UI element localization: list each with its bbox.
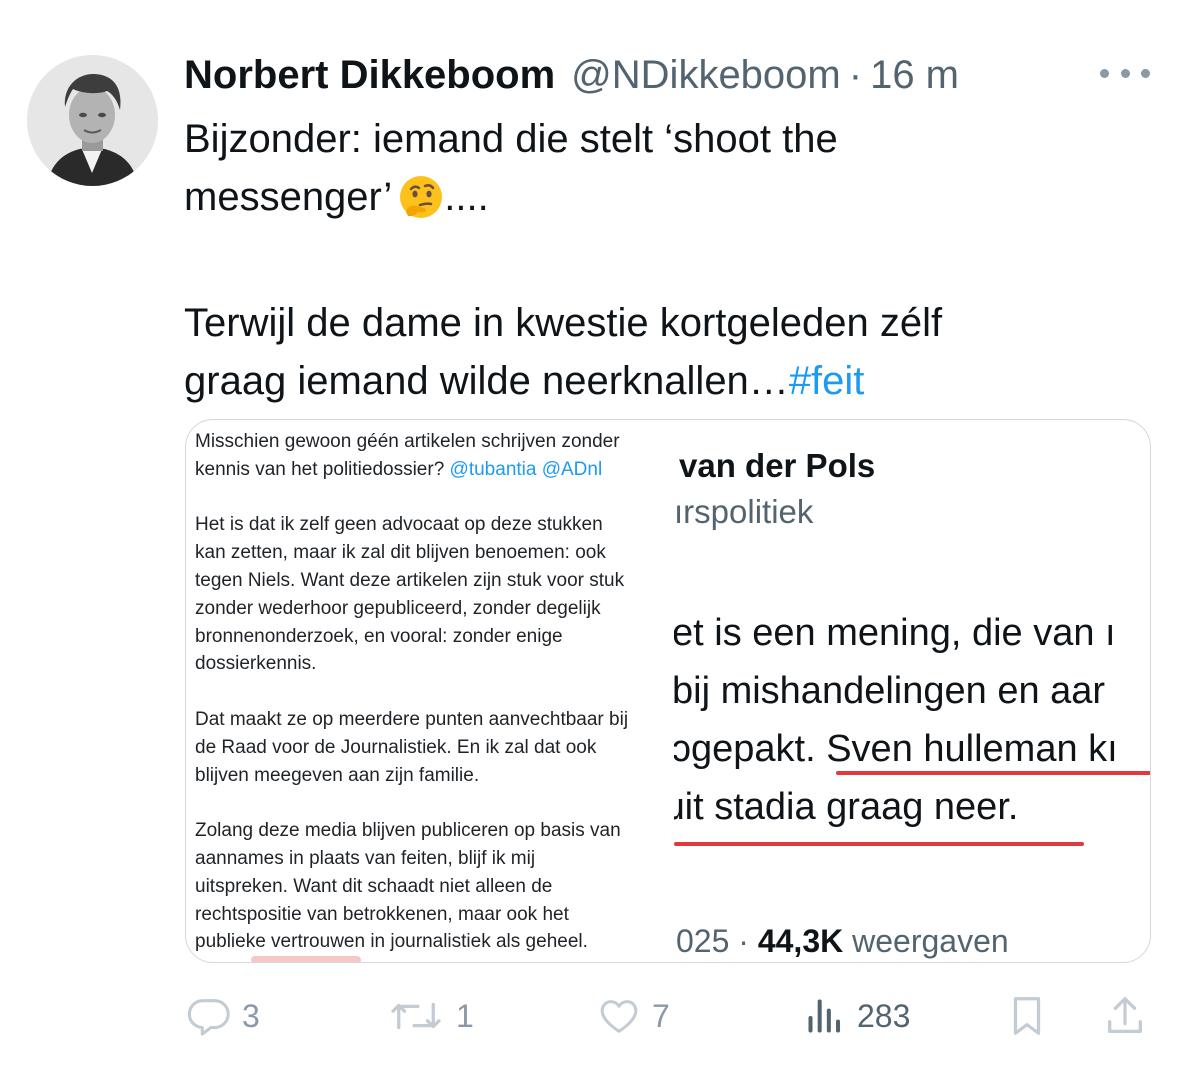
action-bar: 3 1 7 283 <box>186 990 1150 1042</box>
text-line: aannames in plaats van feiten, blijf ik … <box>195 847 536 869</box>
screenshot-paragraph: Dat maakt ze op meerdere punten aanvecht… <box>195 706 665 789</box>
quoted-stats: 025 · 44,3K weergaven <box>676 923 1009 960</box>
bookmark-icon <box>1013 997 1041 1035</box>
quoted-text-line: ɹit stadia graag neer. <box>674 786 1019 828</box>
retweet-button[interactable]: 1 <box>386 990 474 1042</box>
more-options-icon[interactable] <box>1100 62 1150 84</box>
tweet-header: Norbert Dikkeboom @NDikkeboom · 16 m <box>184 50 959 100</box>
text-line: publieke vertrouwen in journalistiek als… <box>195 931 588 953</box>
text-line: blijven meegeven aan zijn familie. <box>195 764 480 786</box>
screenshot-left-text: Misschien gewoon géén artikelen schrijve… <box>195 428 665 962</box>
reply-icon <box>187 999 230 1036</box>
quoted-text-line: bij mishandelingen en aar <box>674 670 1106 712</box>
share-icon <box>1108 997 1142 1033</box>
text-line: uitspreken. Want dit schaadt niet alleen… <box>195 875 553 897</box>
tweet-line-text: messenger’ <box>184 175 393 219</box>
text-line: Zolang deze media blijven publiceren op … <box>195 820 621 842</box>
red-underline <box>674 842 1084 846</box>
text-line: Het is dat ik zelf geen advocaat op deze… <box>195 514 603 536</box>
text-line: rechtspositie van betrokkenen, maar ook … <box>195 903 569 925</box>
tweet-line: Terwijl de dame in kwestie kortgeleden z… <box>184 301 943 345</box>
text-line: de Raad voor de Journalistiek. En ik zal… <box>195 736 597 758</box>
text-line: zonder wederhoor gepubliceerd, zonder de… <box>195 597 601 619</box>
screenshot-right-crop: van der Pols ırspolitiek et is een menin… <box>674 420 1150 962</box>
retweet-count: 1 <box>456 997 474 1034</box>
heart-icon <box>600 1000 638 1033</box>
like-button[interactable]: 7 <box>596 990 670 1042</box>
stats-views: 44,3K <box>757 923 844 959</box>
more-dot <box>1120 68 1130 78</box>
tweet-line-suffix: .... <box>444 175 489 219</box>
stats-prefix: 025 · <box>676 923 758 959</box>
red-underline <box>836 771 1150 775</box>
views-button[interactable]: 283 <box>803 990 910 1042</box>
avatar[interactable] <box>27 55 158 186</box>
quoted-text-line: et is een mening, die van ı <box>674 612 1116 654</box>
thinking-face-icon <box>398 174 444 236</box>
tweet-line: graag iemand wilde neerknallen…#feit <box>184 352 1124 410</box>
hashtag-link[interactable]: #feit <box>789 359 865 403</box>
like-count: 7 <box>652 997 670 1034</box>
author-handle[interactable]: @NDikkeboom <box>571 53 841 98</box>
tweet-timestamp[interactable]: 16 m <box>870 53 959 98</box>
views-count: 283 <box>857 997 911 1034</box>
text-line: dossierkennis. <box>195 653 317 675</box>
separator-dot: · <box>848 52 863 97</box>
cropped-underline <box>251 956 361 962</box>
author-name[interactable]: Norbert Dikkeboom <box>184 53 555 98</box>
tweet-line: messenger’ .... <box>184 168 1124 236</box>
text-line: tegen Niels. Want deze artikelen zijn st… <box>195 569 625 591</box>
quoted-text-line: ɔgepakt. Sven hulleman kı <box>674 728 1118 770</box>
text-line: kennis van het politiedossier? @tubantia… <box>195 456 665 484</box>
text-line: kan zetten, maar ik zal dit blijven beno… <box>195 542 606 564</box>
reply-count: 3 <box>242 997 260 1034</box>
tweet-text: Bijzonder: iemand die stelt ‘shoot the m… <box>184 110 1124 410</box>
screenshot-paragraph: Zolang deze media blijven publiceren op … <box>195 817 665 956</box>
screenshot-paragraph: Misschien gewoon géén artikelen schrijve… <box>195 428 665 484</box>
more-dot <box>1141 68 1150 78</box>
tweet-line-text: graag iemand wilde neerknallen… <box>184 359 789 403</box>
tweet-line: Bijzonder: iemand die stelt ‘shoot the <box>184 117 838 161</box>
retweet-icon <box>391 1002 441 1030</box>
quoted-author-name: van der Pols <box>679 447 876 484</box>
avatar-photo <box>27 55 158 186</box>
text-line-part: kennis van het politiedossier? <box>195 458 445 480</box>
text-line: Misschien gewoon géén artikelen schrijve… <box>195 431 620 452</box>
bookmark-button[interactable] <box>1004 990 1050 1042</box>
more-dot <box>1100 68 1109 78</box>
text-line: Dat maakt ze op meerdere punten aanvecht… <box>195 708 629 730</box>
reply-button[interactable]: 3 <box>186 990 260 1042</box>
views-bar-chart-icon <box>808 999 841 1033</box>
share-button[interactable] <box>1102 990 1148 1042</box>
screenshot-paragraph: Het is dat ik zelf geen advocaat op deze… <box>195 511 665 678</box>
quoted-author-handle: ırspolitiek <box>674 493 814 530</box>
stats-suffix: weergaven <box>843 923 1009 959</box>
attached-image[interactable]: Misschien gewoon géén artikelen schrijve… <box>185 419 1151 963</box>
text-line: bronnenonderzoek, en vooral: zonder enig… <box>195 625 563 647</box>
mention-links: @tubantia @ADnl <box>449 458 603 480</box>
